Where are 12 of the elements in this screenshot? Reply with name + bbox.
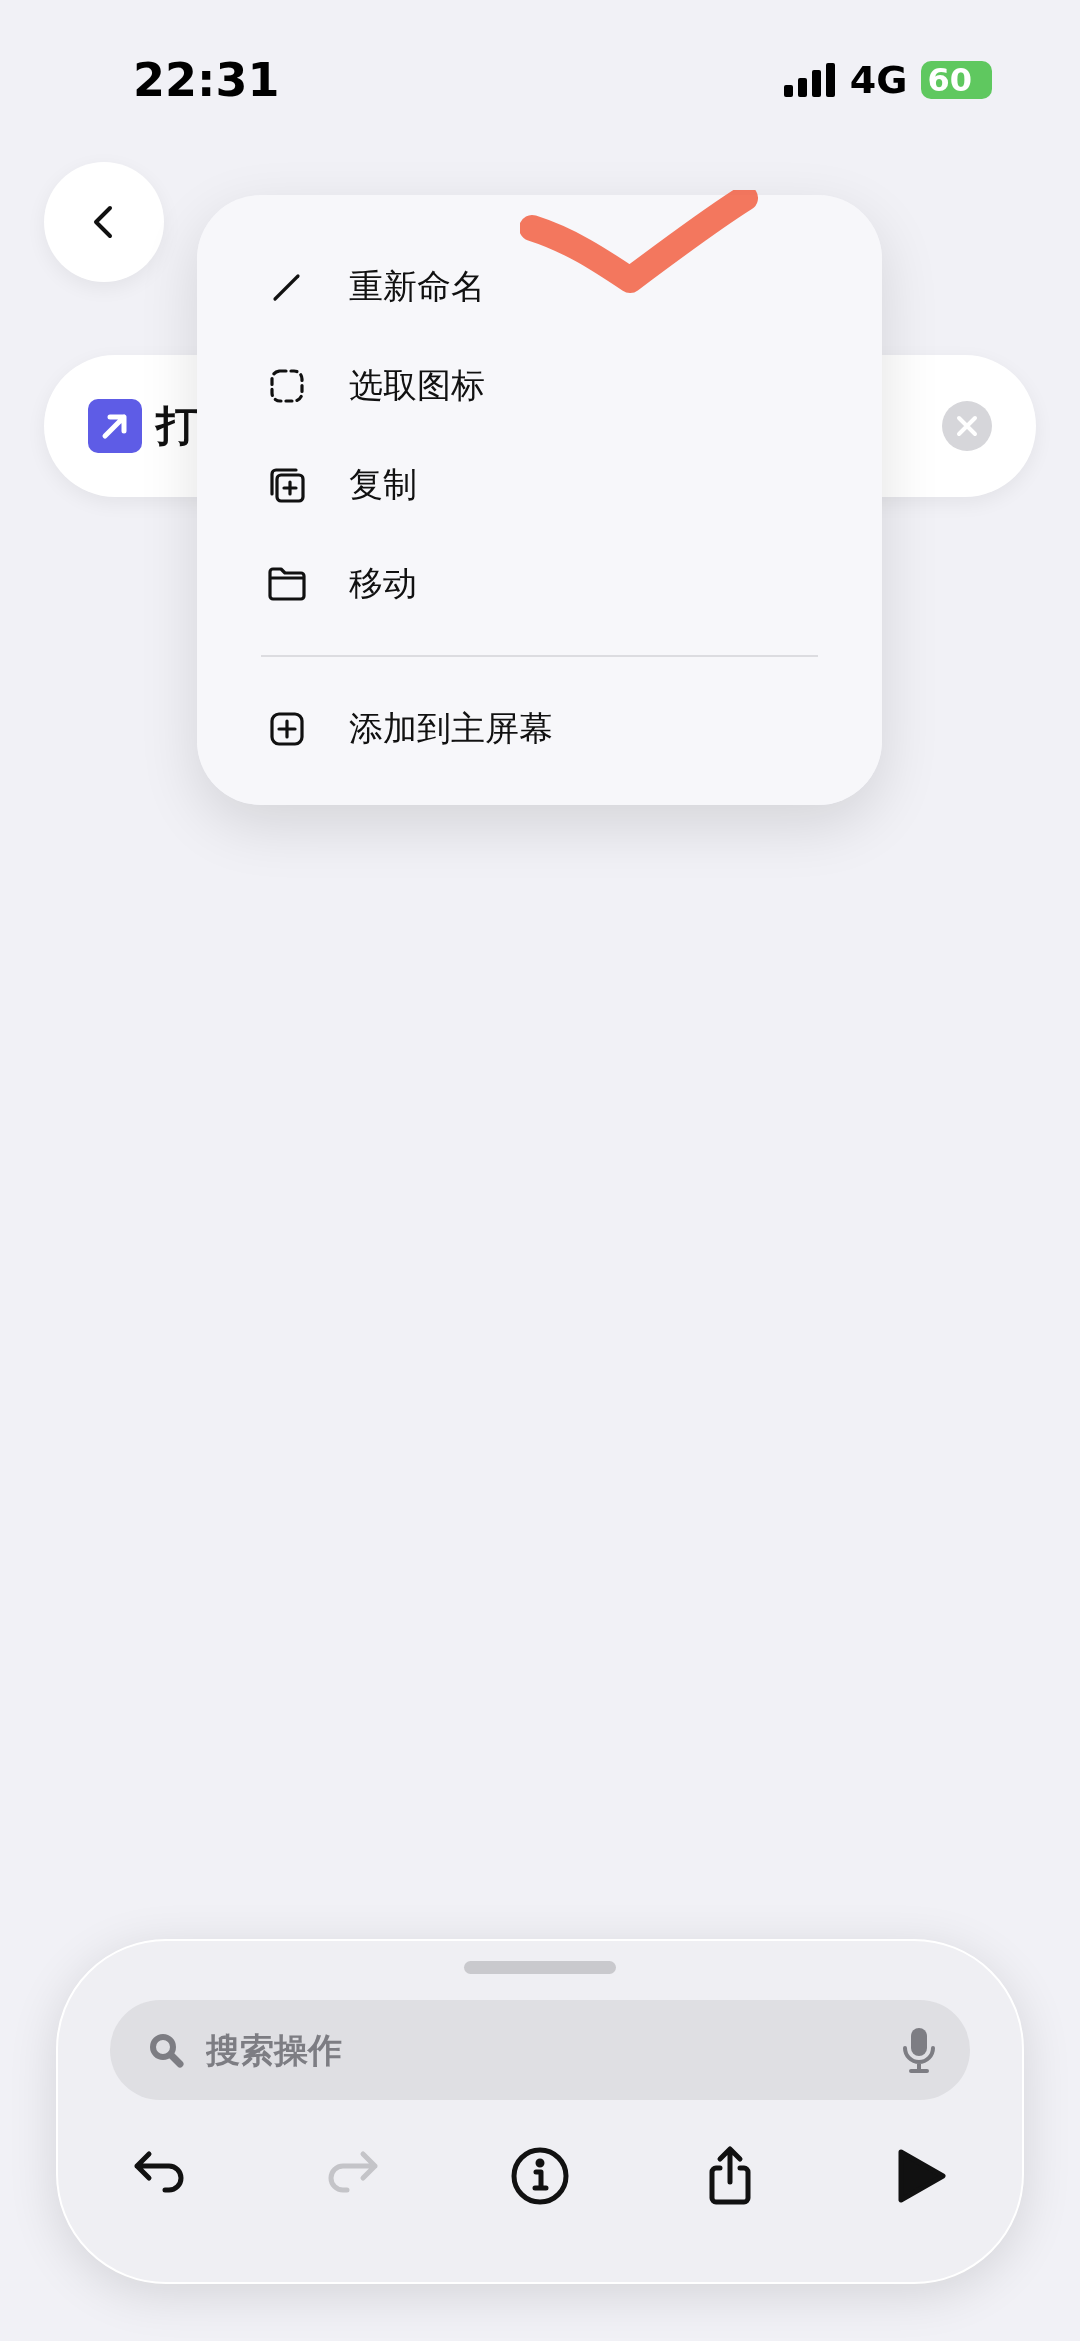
menu-item[interactable]: 移动 [261, 534, 818, 633]
network-label: 4G [849, 58, 908, 102]
menu-item[interactable]: 添加到主屏幕 [261, 679, 818, 778]
signal-icon [783, 63, 836, 97]
menu-item[interactable]: 选取图标 [261, 336, 818, 435]
action-title: 打 [156, 400, 198, 452]
microphone-icon[interactable] [902, 2026, 936, 2074]
battery-level: 60 [921, 61, 992, 99]
drag-handle[interactable] [464, 1961, 616, 1974]
menu-item[interactable]: 复制 [261, 435, 818, 534]
status-time: 22:31 [133, 53, 280, 107]
menu-item[interactable]: 重新命名 [261, 237, 818, 336]
